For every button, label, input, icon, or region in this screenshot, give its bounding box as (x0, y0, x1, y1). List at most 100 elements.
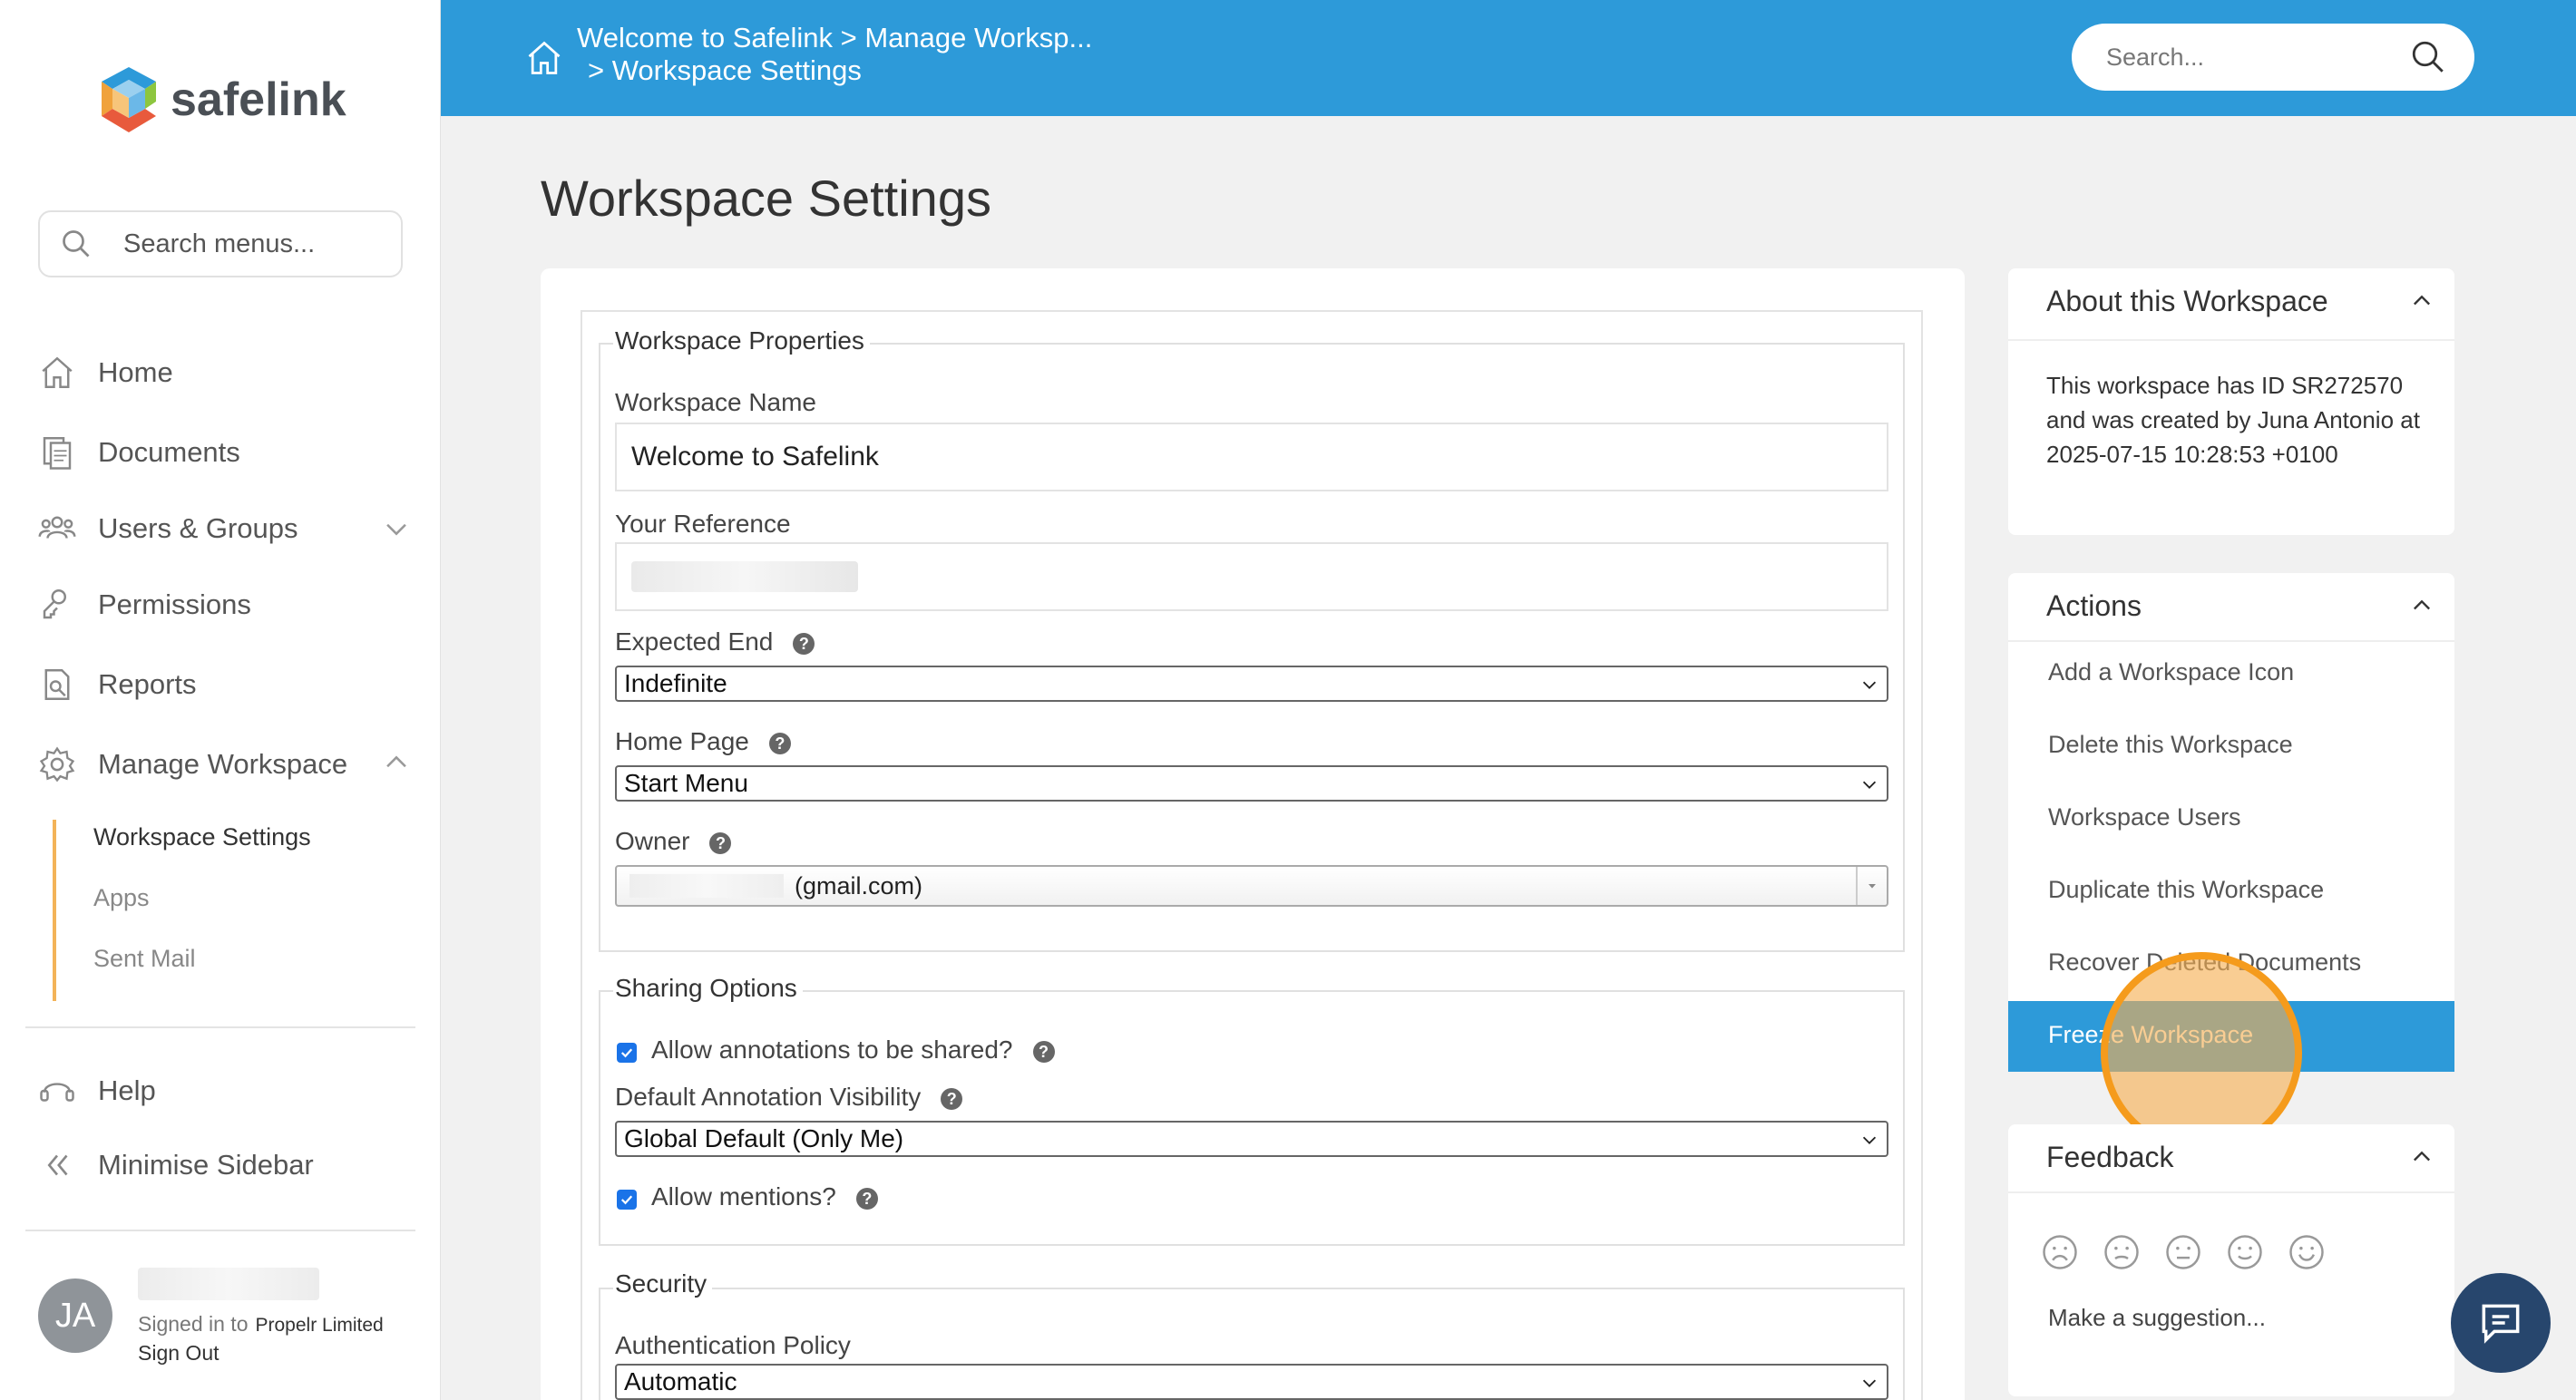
owner-value: (gmail.com) (795, 871, 923, 899)
home-page-label-text: Home Page (615, 727, 749, 755)
auth-policy-select[interactable]: Automatic (615, 1364, 1888, 1400)
annotation-visibility-select[interactable]: Global Default (Only Me) (615, 1121, 1888, 1157)
signed-in-text: Signed in to Propelr Limited (138, 1312, 384, 1337)
avatar[interactable]: JA (38, 1278, 112, 1353)
sidebar-item-users-groups[interactable]: Users & Groups (38, 510, 298, 548)
expected-end-select[interactable]: Indefinite (615, 666, 1888, 702)
sidebar-item-help[interactable]: Help (38, 1072, 156, 1110)
chevron-up-icon[interactable] (2409, 288, 2435, 314)
sharing-options-legend: Sharing Options (613, 974, 803, 1003)
action-add-workspace-icon[interactable]: Add a Workspace Icon (2048, 658, 2294, 686)
sidebar-item-label: Reports (98, 668, 197, 700)
click-highlight (2101, 952, 2302, 1153)
allow-mentions-checkbox[interactable] (617, 1190, 637, 1210)
auth-policy-label: Authentication Policy (615, 1331, 851, 1359)
security-legend: Security (613, 1269, 713, 1298)
annotation-visibility-value: Global Default (Only Me) (624, 1124, 904, 1152)
action-duplicate-workspace[interactable]: Duplicate this Workspace (2048, 876, 2324, 904)
sidebar-item-label: Permissions (98, 588, 251, 620)
reports-icon (44, 669, 70, 700)
safelink-logo[interactable]: safelink (93, 62, 346, 138)
expected-end-value: Indefinite (624, 669, 727, 697)
sidebar-item-reports[interactable]: Reports (38, 666, 197, 704)
reference-input[interactable] (615, 542, 1888, 611)
chevron-down-icon (1862, 781, 1877, 789)
subnav-item-sent-mail[interactable]: Sent Mail (93, 945, 196, 973)
chevron-down-icon (1862, 681, 1877, 689)
sidebar-item-permissions[interactable]: Permissions (38, 586, 251, 624)
workspace-properties-legend: Workspace Properties (613, 326, 870, 355)
sidebar-item-manage-workspace[interactable]: Manage Workspace (38, 745, 347, 783)
workspace-name-input[interactable]: Welcome to Safelink (615, 423, 1888, 491)
action-workspace-users[interactable]: Workspace Users (2048, 803, 2241, 831)
chat-button[interactable] (2451, 1273, 2551, 1373)
allow-annotations-checkbox[interactable] (617, 1043, 637, 1063)
home-page-value: Start Menu (624, 769, 748, 797)
sidebar-item-minimise[interactable]: Minimise Sidebar (38, 1146, 314, 1184)
search-icon (63, 230, 90, 258)
help-question-icon[interactable]: ? (941, 1087, 963, 1110)
chevron-down-icon (1862, 1136, 1877, 1144)
chevron-up-icon[interactable] (381, 747, 412, 778)
chevron-down-icon (1862, 1379, 1877, 1387)
owner-label: Owner? (615, 827, 732, 856)
chevron-down-icon[interactable] (381, 513, 412, 544)
breadcrumb[interactable]: Welcome to Safelink > Manage Worksp... (577, 22, 1092, 54)
workspace-name-value: Welcome to Safelink (631, 442, 879, 472)
about-panel: About this Workspace This workspace has … (2008, 268, 2454, 535)
header-search-placeholder: Search... (2106, 43, 2205, 71)
allow-mentions-label-text: Allow mentions? (651, 1182, 836, 1210)
gear-icon (39, 746, 75, 783)
breadcrumb-current: > Workspace Settings (588, 54, 862, 86)
sidebar-item-documents[interactable]: Documents (38, 433, 240, 472)
chevron-up-icon[interactable] (2409, 593, 2435, 618)
auth-policy-value: Automatic (624, 1367, 737, 1395)
happy-face-icon[interactable] (2226, 1233, 2264, 1271)
subnav-item-apps[interactable]: Apps (93, 884, 150, 912)
signed-in-prefix: Signed in to (138, 1312, 249, 1336)
search-icon[interactable] (2409, 38, 2447, 76)
home-page-select[interactable]: Start Menu (615, 765, 1888, 802)
help-question-icon[interactable]: ? (1032, 1040, 1055, 1063)
page-title: Workspace Settings (541, 170, 991, 227)
very-sad-face-icon[interactable] (2041, 1233, 2079, 1271)
sign-out-link[interactable]: Sign Out (138, 1341, 220, 1366)
about-panel-title: About this Workspace (2046, 285, 2328, 317)
annotation-visibility-label-text: Default Annotation Visibility (615, 1083, 922, 1111)
help-question-icon[interactable]: ? (855, 1187, 878, 1210)
sidebar-divider (25, 1230, 415, 1231)
subnav-indicator (53, 820, 56, 1001)
workspace-name-label: Workspace Name (615, 388, 817, 416)
feedback-panel-title: Feedback (2046, 1141, 2174, 1173)
sidebar-search-placeholder: Search menus... (123, 228, 316, 258)
make-suggestion-link[interactable]: Make a suggestion... (2048, 1304, 2266, 1332)
header-search-input[interactable]: Search... (2072, 24, 2474, 91)
subnav-item-workspace-settings[interactable]: Workspace Settings (93, 823, 311, 851)
owner-dropdown-arrow[interactable] (1856, 867, 1887, 905)
sidebar-item-home[interactable]: Home (38, 354, 173, 392)
sidebar-item-label: Home (98, 356, 173, 388)
help-question-icon[interactable]: ? (793, 632, 815, 655)
action-delete-workspace[interactable]: Delete this Workspace (2048, 731, 2293, 759)
owner-select[interactable]: (gmail.com) (615, 865, 1888, 907)
sidebar-item-label: Users & Groups (98, 512, 298, 544)
help-question-icon[interactable]: ? (768, 732, 791, 754)
chevron-up-icon[interactable] (2409, 1144, 2435, 1170)
check-icon (620, 1195, 633, 1205)
sidebar-item-label: Documents (98, 436, 240, 468)
allow-annotations-label-text: Allow annotations to be shared? (651, 1035, 1013, 1064)
about-panel-body: This workspace has ID SR272570 and was c… (2046, 372, 2420, 468)
sidebar-search-input[interactable]: Search menus... (38, 210, 403, 277)
neutral-face-icon[interactable] (2164, 1233, 2202, 1271)
sad-face-icon[interactable] (2103, 1233, 2141, 1271)
home-icon[interactable] (524, 38, 564, 78)
sidebar-item-label: Help (98, 1074, 156, 1106)
help-question-icon[interactable]: ? (709, 831, 732, 854)
expected-end-label: Expected End? (615, 627, 815, 656)
very-happy-face-icon[interactable] (2288, 1233, 2326, 1271)
actions-panel-divider (2008, 640, 2454, 642)
owner-name-redacted (629, 874, 784, 898)
users-icon (38, 516, 76, 539)
owner-label-text: Owner (615, 827, 690, 855)
double-chevron-left-icon (47, 1154, 68, 1176)
